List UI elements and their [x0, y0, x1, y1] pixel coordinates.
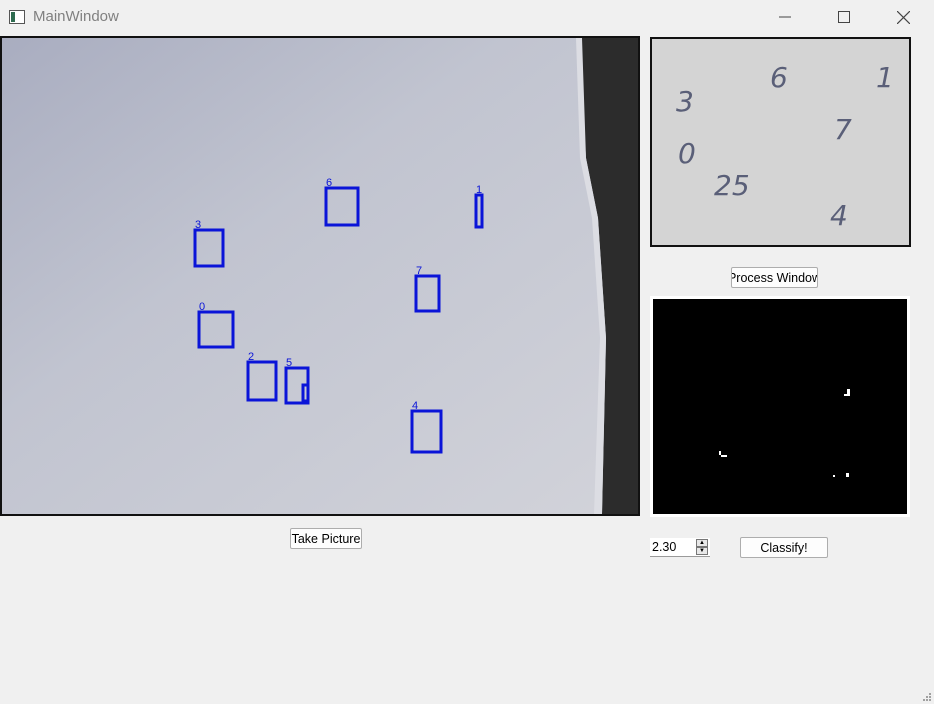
spin-up-icon[interactable]: ▲ [696, 539, 708, 547]
title-bar: MainWindow [0, 0, 934, 34]
resize-grip-icon[interactable] [920, 690, 932, 702]
process-window-button[interactable]: Process Window [731, 267, 818, 288]
window-title: MainWindow [33, 8, 119, 25]
detection-label: 6 [326, 177, 332, 189]
classify-button[interactable]: Classify! [740, 537, 828, 558]
close-icon [896, 10, 910, 24]
camera-image: 3 6 1 7 0 2 5 4 [2, 38, 638, 514]
minimize-button[interactable] [762, 0, 808, 34]
maximize-icon [838, 11, 850, 23]
cropped-preview: 3 6 1 7 0 25 4 [650, 37, 911, 247]
detection-label: 5 [286, 357, 292, 369]
preview-digit: 25 [714, 169, 750, 202]
close-button[interactable] [880, 0, 926, 34]
detection-label: 4 [412, 400, 418, 412]
take-picture-button[interactable]: Take Picture [290, 528, 362, 549]
detection-label: 0 [199, 301, 205, 313]
threshold-image [653, 299, 907, 514]
threshold-spinbox[interactable]: 2.30 ▲ ▼ [650, 538, 710, 557]
maximize-button[interactable] [821, 0, 867, 34]
preview-digit: 4 [830, 199, 848, 232]
detection-label: 7 [416, 265, 422, 277]
preview-digit: 6 [770, 61, 788, 94]
preview-digit: 3 [676, 85, 694, 118]
preview-digit: 1 [876, 61, 894, 94]
spin-buttons: ▲ ▼ [696, 539, 708, 556]
spin-down-icon[interactable]: ▼ [696, 547, 708, 555]
preview-digit: 0 [678, 137, 696, 170]
threshold-value[interactable]: 2.30 [652, 540, 676, 554]
camera-view: 3 6 1 7 0 2 5 4 [0, 36, 640, 516]
minimize-icon [779, 16, 791, 18]
detection-label: 1 [476, 184, 482, 196]
detection-label: 3 [195, 219, 201, 231]
threshold-view [650, 296, 910, 517]
detection-label: 2 [248, 351, 254, 363]
preview-digit: 7 [834, 113, 852, 146]
cropped-image: 3 6 17 0 25 4 [652, 39, 909, 245]
app-icon [9, 10, 25, 24]
